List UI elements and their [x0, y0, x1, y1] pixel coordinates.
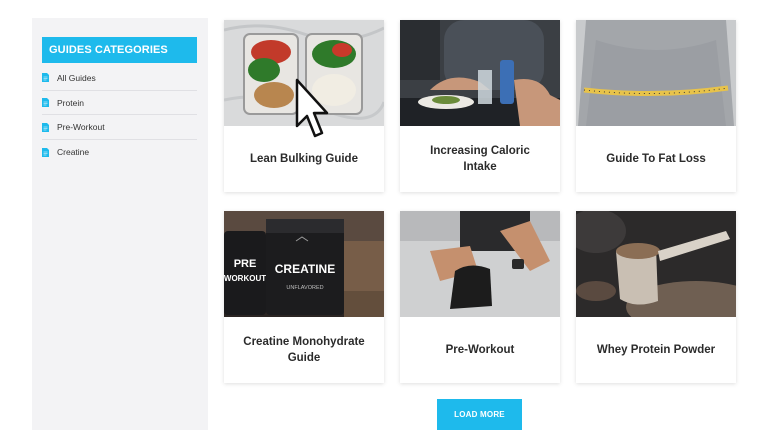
document-icon — [42, 122, 49, 132]
supplement-tubs-image: PRE WORKOUT CREATINE UNFLAVORED — [224, 211, 384, 317]
guide-card-whey-protein[interactable]: Whey Protein Powder — [576, 211, 736, 383]
protein-scoop-image — [576, 211, 736, 317]
guide-card-creatine[interactable]: PRE WORKOUT CREATINE UNFLAVORED Creatine… — [224, 211, 384, 383]
category-all-guides[interactable]: All Guides — [42, 66, 197, 91]
document-icon — [42, 147, 49, 157]
document-icon — [42, 98, 49, 108]
card-title: Lean Bulking Guide — [250, 153, 358, 165]
category-label: Protein — [57, 97, 84, 108]
card-title: Guide To Fat Loss — [606, 153, 706, 165]
card-title: Creatine Monohydrate Guide — [243, 336, 365, 364]
card-title: Pre-Workout — [445, 344, 515, 356]
tub-label-unflavored: UNFLAVORED — [286, 285, 323, 291]
category-pre-workout[interactable]: Pre-Workout — [42, 115, 197, 141]
load-more-button[interactable]: LOAD MORE — [437, 399, 522, 430]
card-title: Whey Protein Powder — [596, 344, 716, 356]
category-label: Creatine — [57, 147, 90, 158]
guides-categories-heading: GUIDES CATEGORIES — [42, 37, 197, 63]
category-list: All Guides Protein Pre-Workout Creatine — [42, 66, 197, 165]
tying-shoes-image — [400, 211, 560, 317]
document-icon — [42, 73, 49, 83]
category-protein[interactable]: Protein — [42, 91, 197, 116]
card-title: Increasing Caloric Intake — [430, 145, 530, 173]
meal-prep-image — [224, 20, 384, 126]
man-eating-image — [400, 20, 560, 126]
tub-label-pre: PRE — [234, 258, 257, 270]
guides-sidebar: GUIDES CATEGORIES All Guides Protein Pre… — [32, 18, 208, 430]
guide-card-fat-loss[interactable]: Guide To Fat Loss — [576, 20, 736, 192]
category-label: All Guides — [57, 72, 96, 83]
guide-card-lean-bulking[interactable]: Lean Bulking Guide — [224, 20, 384, 192]
guide-card-caloric-intake[interactable]: Increasing Caloric Intake — [400, 20, 560, 192]
guide-card-pre-workout[interactable]: Pre-Workout — [400, 211, 560, 383]
tub-label-workout: WORKOUT — [224, 274, 266, 283]
category-creatine[interactable]: Creatine — [42, 140, 197, 165]
tub-label-creatine: CREATINE — [275, 262, 335, 276]
category-label: Pre-Workout — [57, 122, 105, 133]
waist-tape-image — [576, 20, 736, 126]
